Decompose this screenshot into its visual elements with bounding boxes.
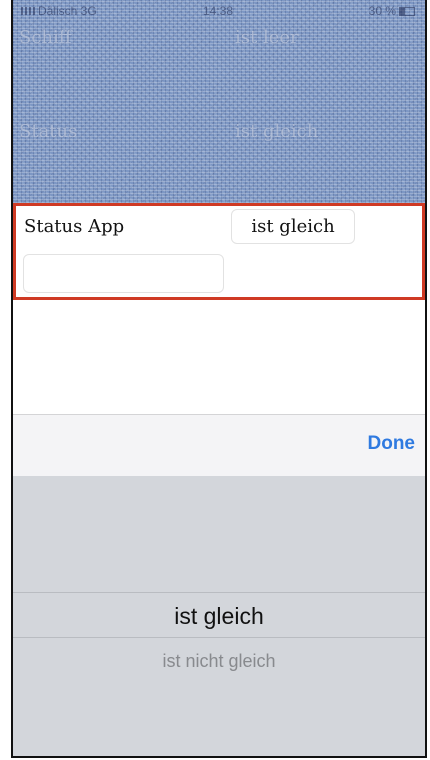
- picker-option[interactable]: ist nicht gleich: [13, 651, 425, 672]
- carrier-label: Dälisch 3G: [38, 4, 97, 18]
- status-bar: Dälisch 3G 14:38 30 %: [13, 0, 425, 22]
- picker-option-selected[interactable]: ist gleich: [13, 603, 425, 630]
- filter-value-input[interactable]: [23, 254, 224, 293]
- clock: 14:38: [203, 4, 234, 18]
- operator-picker[interactable]: ist gleich ist nicht gleich: [13, 476, 425, 756]
- filter-field-label: Status App: [24, 216, 125, 237]
- carrier-info: Dälisch 3G: [21, 4, 97, 18]
- background-operator-label: ist leer: [235, 27, 299, 48]
- signal-icon: [21, 7, 35, 15]
- background-operator-label: ist gleich: [235, 121, 319, 142]
- operator-select[interactable]: ist gleich: [231, 209, 355, 244]
- background-field-label: Status: [19, 121, 78, 142]
- done-button[interactable]: Done: [368, 433, 416, 455]
- app-frame: Dälisch 3G 14:38 30 % Schiff ist leer St…: [11, 0, 427, 758]
- background-field-label: Schiff: [19, 27, 72, 48]
- battery-percent: 30 %: [368, 4, 396, 18]
- keyboard-toolbar: Done: [13, 414, 425, 476]
- filter-row-highlighted: Status App ist gleich: [13, 203, 425, 300]
- textured-background: Dälisch 3G 14:38 30 % Schiff ist leer St…: [13, 0, 425, 203]
- battery-icon: [399, 7, 415, 17]
- battery-info: 30 %: [369, 4, 415, 18]
